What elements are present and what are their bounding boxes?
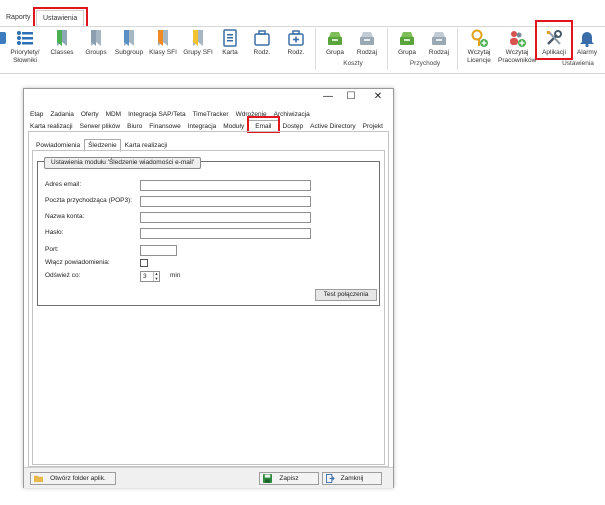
ribbon-button-klasy-sfi[interactable]: Klasy SFI — [147, 27, 179, 73]
priority-list-icon — [17, 31, 33, 45]
bookmark-orange-icon — [158, 30, 168, 46]
ribbon-label: Rodz. — [287, 49, 305, 56]
dialog-titlebar: — ☐ ✕ — [24, 89, 393, 106]
ribbon-label: Karta — [222, 49, 238, 56]
ribbon-button-partial[interactable] — [0, 27, 6, 73]
ribbon-button-wczytaj-pracownikow[interactable]: Wczytaj Pracowników — [498, 27, 536, 73]
tab-wdrozenie[interactable]: Wdrożenie — [233, 109, 270, 120]
tab-oferty[interactable]: Oferty — [78, 109, 102, 120]
refresh-label: Odśwież co: — [45, 272, 81, 279]
medical-case-icon — [288, 30, 304, 46]
tab-zadania[interactable]: Zadania — [47, 109, 77, 120]
refresh-unit: min — [170, 272, 181, 279]
key-plus-icon — [471, 29, 488, 47]
notify-label: Włącz powiadomienia: — [45, 259, 110, 266]
tab-timetracker[interactable]: TimeTracker — [190, 109, 232, 120]
refresh-spinner[interactable]: 3 ▲ ▼ — [140, 271, 160, 282]
email-tracking-groupbox: Ustawienia modułu 'Śledzenie wiadomości … — [37, 157, 380, 306]
port-label: Port: — [45, 246, 59, 253]
groupbox-title: Ustawienia modułu 'Śledzenie wiadomości … — [44, 157, 202, 169]
ribbon-button-classes[interactable]: Classes — [47, 27, 77, 73]
test-connection-button[interactable]: Test połączenia — [315, 289, 377, 301]
ribbon-label: Grupa — [397, 49, 417, 56]
bookmark-green-icon — [57, 30, 67, 46]
tab-ustawienia[interactable]: Ustawienia — [36, 10, 85, 26]
ribbon-button-priorytety[interactable]: Priorytety/ Słowniki — [10, 27, 40, 73]
ribbon-label: Subgroup — [114, 49, 144, 56]
spinner-arrows-icon[interactable]: ▲ ▼ — [153, 271, 159, 281]
ribbon-label: Rodzaj — [428, 49, 450, 56]
refresh-value: 3 — [143, 273, 147, 280]
inbox-gray-icon — [360, 32, 374, 45]
ribbon-button-rodz-2[interactable]: Rodz. — [283, 27, 309, 73]
password-input[interactable] — [140, 228, 311, 239]
pop3-input[interactable] — [140, 196, 311, 207]
ribbon-label: Grupa — [325, 49, 345, 56]
inbox-gray-icon — [432, 32, 446, 45]
port-input[interactable] — [140, 245, 177, 256]
notify-checkbox[interactable] — [140, 259, 148, 267]
login-input[interactable] — [140, 212, 311, 223]
inbox-green-icon — [400, 32, 414, 45]
close-window-button[interactable]: ✕ — [370, 91, 386, 103]
close-label: Zamknij — [340, 475, 364, 482]
tab-mdm[interactable]: MDM — [103, 109, 125, 120]
ribbon-separator — [315, 28, 316, 70]
bookmark-gray-icon — [91, 30, 101, 46]
ribbon-label: Alarmy — [576, 49, 598, 56]
bookmark-yellow-icon — [193, 30, 203, 46]
ribbon-button-grupy-sfi[interactable]: Grupy SFI — [181, 27, 215, 73]
ribbon-tab-bar: Raporty Ustawienia — [0, 8, 605, 26]
tools-icon — [547, 30, 562, 45]
group-label-przychody: Przychody — [409, 60, 441, 67]
open-folder-button[interactable]: Otwórz folder aplik. — [30, 472, 116, 485]
ribbon-label: Rodzaj — [356, 49, 378, 56]
users-plus-icon — [510, 31, 526, 47]
minimize-button[interactable]: — — [320, 91, 336, 103]
ribbon-label: Wczytaj Pracowników — [498, 49, 537, 64]
ribbon-separator — [387, 28, 388, 70]
tab-etap[interactable]: Etap — [27, 109, 46, 120]
password-label: Hasło: — [45, 229, 64, 236]
maximize-button[interactable]: ☐ — [343, 91, 359, 103]
ribbon-button-rodz-1[interactable]: Rodz. — [249, 27, 275, 73]
open-folder-label: Otwórz folder aplik. — [50, 475, 106, 482]
login-label: Nazwa konta: — [45, 213, 85, 220]
tab-raporty[interactable]: Raporty — [6, 10, 31, 26]
subtab-row: Powiadomienia Śledzenie Karta realizacji — [32, 139, 171, 152]
tab-archiwizacja[interactable]: Archiwizacja — [271, 109, 313, 120]
ribbon-label: Classes — [50, 49, 74, 56]
card-icon — [223, 29, 237, 47]
ribbon-label: Klasy SFI — [149, 49, 177, 56]
ribbon-label: Rodz. — [253, 49, 271, 56]
ribbon-label: Grupy SFI — [183, 49, 213, 56]
group-label-ustawienia: Ustawienia — [562, 60, 594, 67]
dialog-bottom-bar: Otwórz folder aplik. Zapisz Zamknij — [24, 467, 393, 488]
ribbon-button-subgroup[interactable]: Subgroup — [113, 27, 145, 73]
ribbon-label: Wczytaj Licencje — [467, 49, 491, 64]
save-label: Zapisz — [279, 475, 299, 482]
tab-row-2: Karta realizacji Serwer plików Biuro Finans… — [27, 120, 387, 133]
bookmark-blue-icon — [124, 30, 134, 46]
briefcase-icon — [254, 30, 270, 46]
bell-icon — [580, 32, 594, 48]
ribbon-button-groups[interactable]: Groups — [81, 27, 111, 73]
tab-row-1: Etap Zadania Oferty MDM Integracja SAP/Teta T… — [27, 109, 314, 120]
inbox-green-icon — [328, 32, 342, 45]
ribbon-body: Priorytety/ Słowniki Classes Groups Subg… — [0, 26, 605, 74]
email-label: Adres email: — [45, 181, 82, 188]
ribbon-label: Aplikacji — [542, 49, 566, 56]
email-input[interactable] — [140, 180, 311, 191]
pop3-label: Poczta przychodząca (POP3): — [45, 197, 133, 204]
ribbon-button-wczytaj-licencje[interactable]: Wczytaj Licencje — [462, 27, 496, 73]
ribbon-label: Priorytety/ Słowniki — [10, 49, 40, 64]
close-button[interactable]: Zamknij — [322, 472, 382, 485]
save-button[interactable]: Zapisz — [259, 472, 319, 485]
tab-integracja-sap[interactable]: Integracja SAP/Teta — [125, 109, 188, 120]
ribbon-separator — [457, 28, 458, 70]
group-label-koszty: Koszty — [343, 60, 363, 67]
settings-dialog: — ☐ ✕ Etap Zadania Oferty MDM Integracja SAP… — [23, 88, 394, 488]
ribbon-button-karta[interactable]: Karta — [217, 27, 243, 73]
ribbon-label: Groups — [85, 49, 107, 56]
